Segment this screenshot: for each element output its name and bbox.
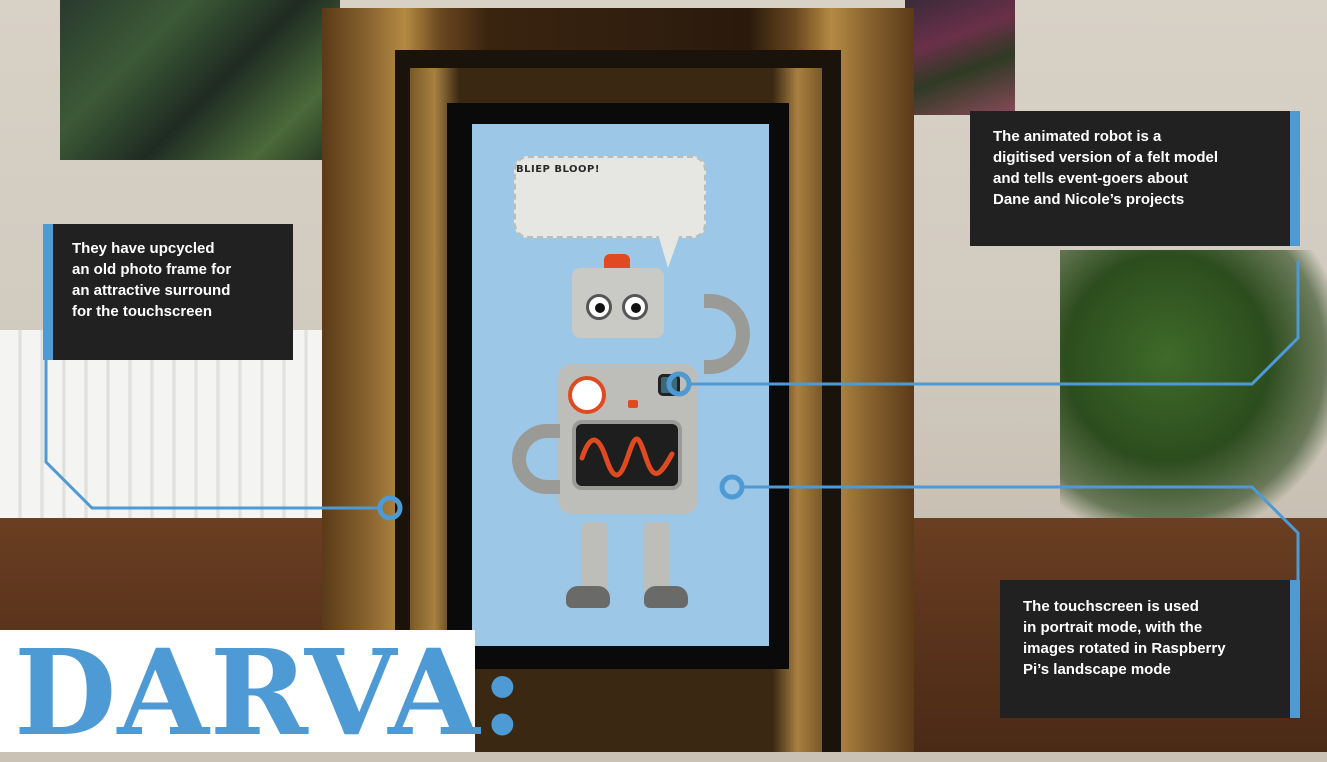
painting-left: [60, 0, 340, 160]
robot-nose: [628, 400, 638, 408]
robot-mouth-screen: [572, 420, 682, 490]
robot-leg-left: [582, 522, 608, 594]
callout-line: and tells event-goers about: [993, 170, 1189, 187]
callout-line: They have upcycled: [72, 240, 215, 257]
callout-screen-text: The touchscreen is used in portrait mode…: [1023, 596, 1226, 680]
robot-eye-left: [586, 294, 612, 320]
robot-arm-left: [512, 424, 560, 494]
callout-robot: The animated robot is a digitised versio…: [970, 111, 1300, 246]
robot-arm-right: [704, 294, 750, 374]
callout-line: an old photo frame for: [72, 261, 232, 278]
callout-line: images rotated in Raspberry: [1023, 640, 1226, 657]
callout-frame-text: They have upcycled an old photo frame fo…: [72, 238, 231, 322]
wave-icon: [579, 436, 675, 478]
speech-bubble-text: BLIEP BLOOP!: [516, 164, 600, 175]
callout-accent-bar: [43, 224, 53, 360]
callout-line: The animated robot is a: [993, 128, 1162, 145]
callout-robot-text: The animated robot is a digitised versio…: [993, 126, 1218, 210]
robot-leg-right: [644, 522, 670, 594]
callout-line: for the touchscreen: [72, 303, 213, 320]
callout-screen: The touchscreen is used in portrait mode…: [1000, 580, 1300, 718]
callout-line: digitised version of a felt model: [993, 149, 1219, 166]
robot-foot-left: [566, 586, 610, 608]
painting-right: [905, 0, 1015, 115]
callout-line: Pi’s landscape mode: [1023, 661, 1171, 678]
callout-line: The touchscreen is used: [1023, 598, 1199, 615]
callout-line: Dane and Nicole’s projects: [993, 191, 1185, 208]
callout-accent-bar: [1290, 580, 1300, 718]
robot-button[interactable]: [658, 374, 680, 396]
callout-line: an attractive surround: [72, 282, 231, 299]
callout-accent-bar: [1290, 111, 1300, 246]
touchscreen[interactable]: BLIEP BLOOP!: [472, 124, 769, 646]
robot-foot-right: [644, 586, 688, 608]
robot-gauge: [568, 376, 606, 414]
page-title: DARVA:: [14, 623, 526, 762]
speech-bubble-tail: [658, 234, 680, 268]
robot-eye-right: [622, 294, 648, 320]
callout-frame: They have upcycled an old photo frame fo…: [43, 224, 293, 360]
callout-line: in portrait mode, with the: [1023, 619, 1203, 636]
houseplant: [1060, 250, 1327, 520]
